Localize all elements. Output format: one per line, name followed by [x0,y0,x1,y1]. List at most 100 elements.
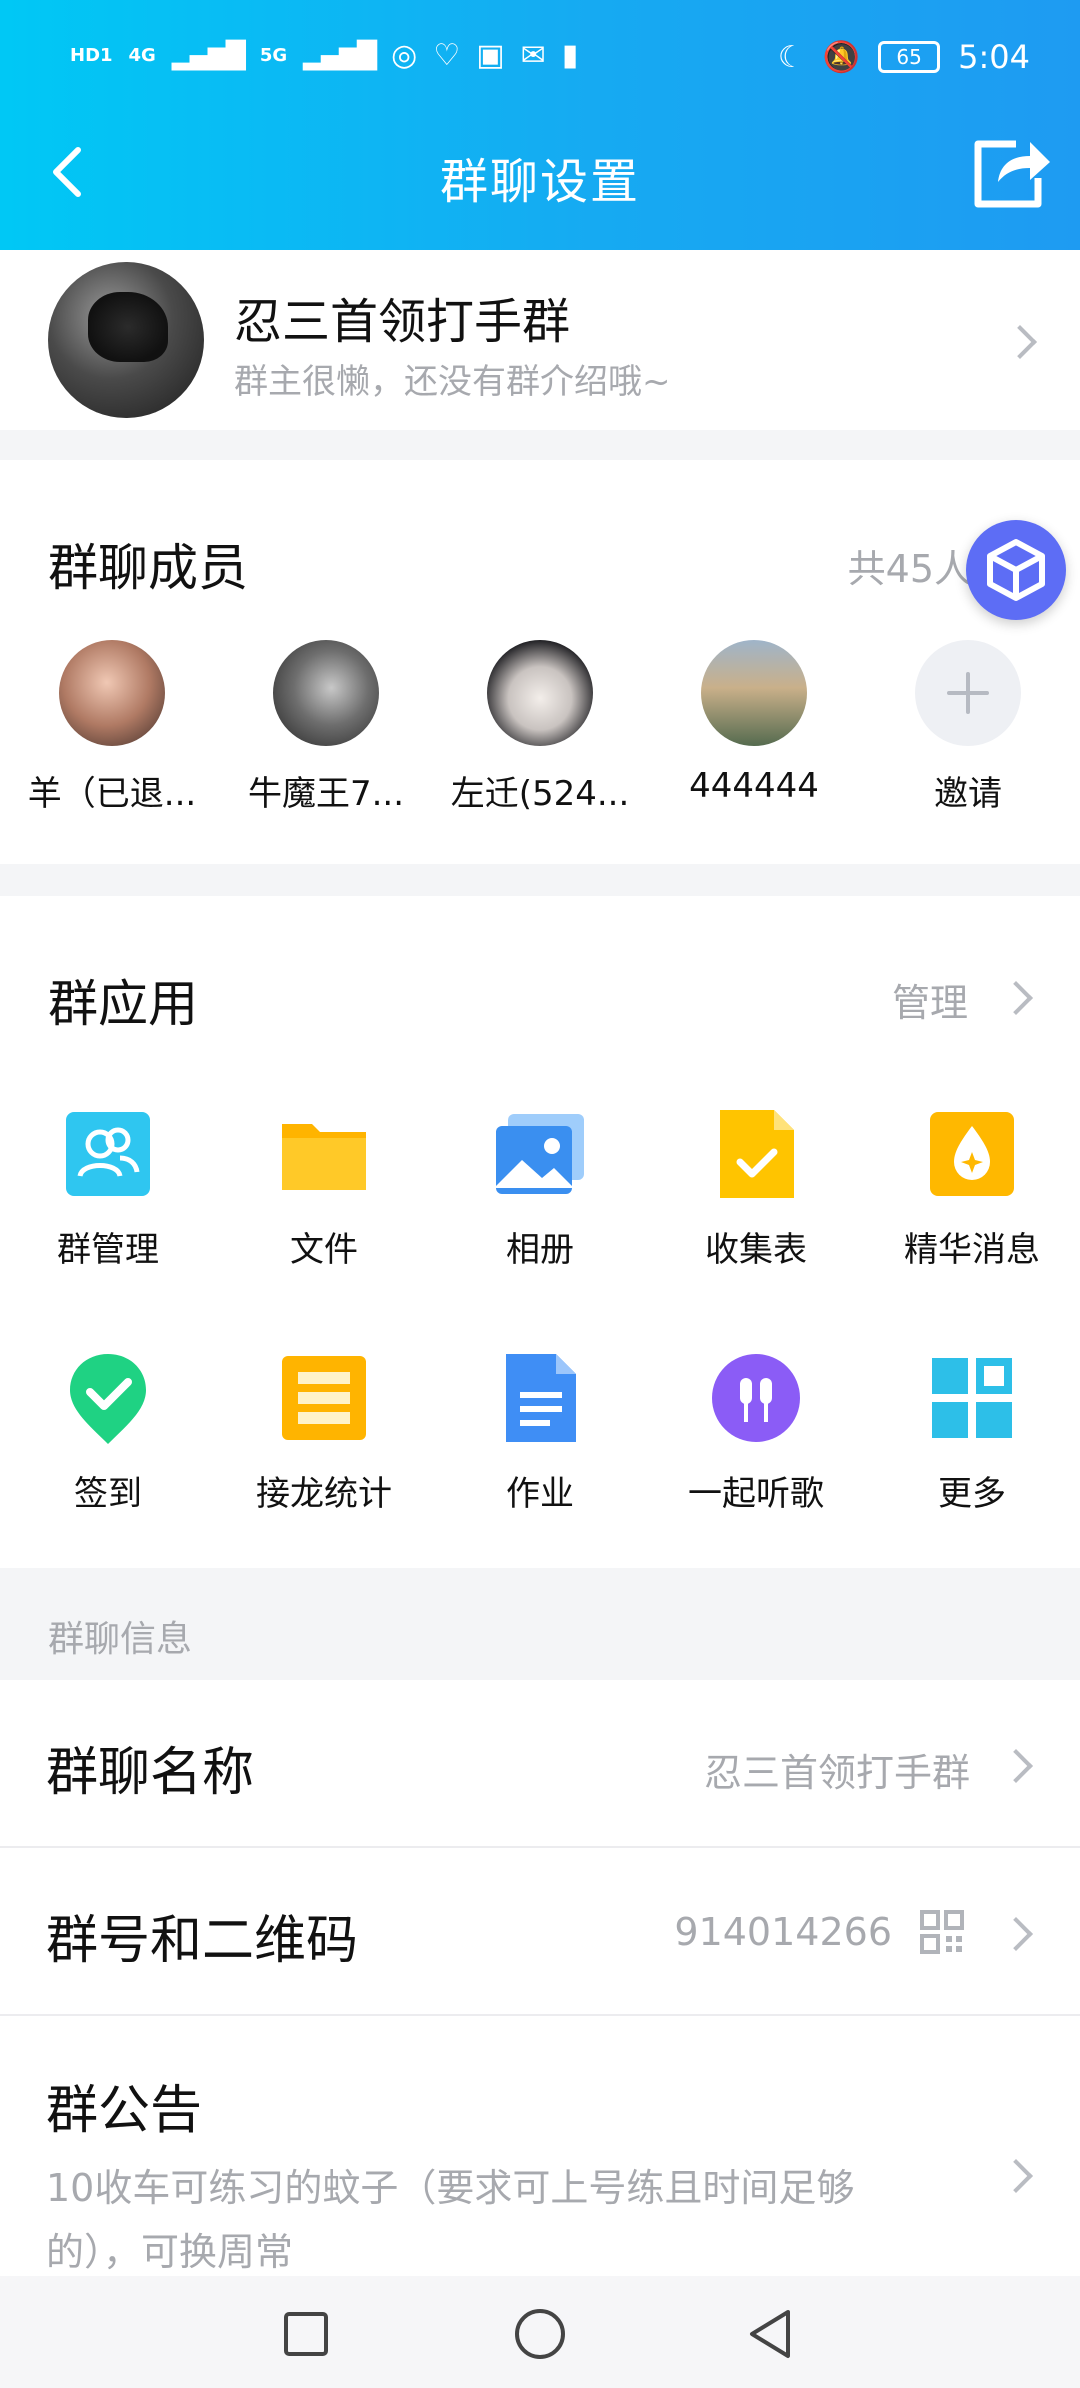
group-name: 忍三首领打手群 [234,294,571,350]
chevron-right-icon [999,1749,1033,1783]
chevron-right-icon [999,1917,1033,1951]
group-avatar[interactable] [48,262,204,418]
album-icon [492,1106,588,1202]
qr-code-icon [920,1910,964,1954]
cube-icon [987,539,1045,601]
member-item[interactable]: 牛魔王7... [218,640,434,815]
checkin-icon [60,1350,156,1446]
member-avatar [701,640,807,746]
group-name-title: 群聊名称 [46,1743,255,1803]
app-form[interactable]: 收集表 [648,1106,864,1271]
signal-icon: ▂▄▆█ [171,40,246,71]
member-name: 444444 [689,766,819,806]
manage-apps-link[interactable]: 管理 [892,972,968,1027]
app-label: 群管理 [57,1230,159,1270]
info-section-header: 群聊信息 [0,1568,1080,1680]
group-number-title: 群号和二维码 [46,1911,359,1971]
group-name-row[interactable]: 群聊名称 忍三首领打手群 [0,1680,1080,1846]
moon-icon: ☾ [777,39,805,75]
app-album[interactable]: 相册 [432,1106,648,1271]
members-card: 群聊成员 共45人 羊（已退... 牛魔王7... 左迁(524... 4444… [0,460,1080,864]
app-label: 作业 [506,1474,574,1514]
app-label: 签到 [74,1474,142,1514]
relay-icon [276,1350,372,1446]
app-relay[interactable]: 接龙统计 [216,1350,432,1515]
member-avatar [273,640,379,746]
member-name: 左迁(524... [450,774,630,814]
clock: 5:04 [958,38,1030,76]
apps-title: 群应用 [48,975,198,1033]
essence-icon [924,1106,1020,1202]
group-number-value: 914014266 [674,1910,892,1954]
system-navigation-bar [0,2276,1080,2388]
member-item[interactable]: 羊（已退... [4,640,220,815]
app-label: 一起听歌 [688,1474,824,1514]
app-listen-together[interactable]: 一起听歌 [648,1350,864,1515]
health-icon: ♡ [433,38,461,73]
member-count[interactable]: 共45人 [848,538,972,593]
member-name: 牛魔王7... [247,774,405,814]
group-number-row[interactable]: 群号和二维码 914014266 [0,1848,1080,2014]
group-notice-row[interactable]: 群公告 10收车可练习的蚊子（要求可上号练且时间足够的），可换周常 [0,2016,1080,2276]
status-left: HD1 4G ▂▄▆█ 5G ▂▄▆█ ◎ ♡ ▣ ✉ ▮ [70,38,578,73]
group-profile-card[interactable]: 忍三首领打手群 群主很懒，还没有群介绍哦~ [0,250,1080,430]
info-section-label: 群聊信息 [48,1619,193,1660]
mute-bell-icon: 🔕 [822,39,861,75]
form-icon [708,1106,804,1202]
member-item[interactable]: 444444 [646,640,862,806]
app-file[interactable]: 文件 [216,1106,432,1271]
group-notice-title: 群公告 [46,2081,203,2141]
headphones-icon [708,1350,804,1446]
title-bar: 群聊设置 [0,120,1080,230]
signal-icon-2: ▂▄▆█ [303,40,377,71]
share-button[interactable] [972,134,1052,210]
app-homework[interactable]: 作业 [432,1350,648,1515]
invite-label: 邀请 [934,774,1002,814]
app-label: 收集表 [705,1230,807,1270]
app-checkin[interactable]: 签到 [0,1350,216,1515]
top-header: HD1 4G ▂▄▆█ 5G ▂▄▆█ ◎ ♡ ▣ ✉ ▮ ☾ 🔕 65 5:0… [0,0,1080,250]
invite-member-button[interactable]: 邀请 [860,640,1076,815]
status-bar: HD1 4G ▂▄▆█ 5G ▂▄▆█ ◎ ♡ ▣ ✉ ▮ ☾ 🔕 65 5:0… [0,30,1080,100]
app-label: 更多 [938,1474,1006,1514]
app-more[interactable]: 更多 [864,1350,1080,1515]
app-label: 接龙统计 [256,1474,392,1514]
members-row: 羊（已退... 牛魔王7... 左迁(524... 444444 邀请 [0,640,1080,840]
app-label: 相册 [506,1230,574,1270]
alert-icon: ▮ [561,38,579,73]
folder-icon [276,1106,372,1202]
group-apps-card: 群应用 管理 群管理 文件 相册 收集表 精华消息 签到 接龙统计 作业 一起听… [0,896,1080,1568]
hd-indicator-1: HD1 [70,44,113,66]
more-grid-icon [924,1350,1020,1446]
hotspot-icon: ◎ [391,38,418,73]
homework-icon [492,1350,588,1446]
members-title[interactable]: 群聊成员 [48,528,248,600]
battery-indicator: 65 [878,41,941,73]
app-notify-icon: ▣ [476,38,505,73]
chevron-right-icon [1003,325,1037,359]
app-label: 精华消息 [904,1230,1040,1270]
back-nav-icon[interactable] [744,2306,794,2362]
wechat-icon: ✉ [520,38,546,73]
network-5g-indicator: 5G [259,44,288,66]
app-essence[interactable]: 精华消息 [864,1106,1080,1271]
member-avatar [59,640,165,746]
page-title: 群聊设置 [439,154,640,210]
home-icon[interactable] [512,2306,568,2362]
member-avatar [487,640,593,746]
app-label: 文件 [290,1230,358,1270]
network-4g-indicator: 4G [128,44,156,66]
app-group-manage[interactable]: 群管理 [0,1106,216,1271]
status-right: ☾ 🔕 65 5:04 [778,38,1030,76]
group-notice-text: 10收车可练习的蚊子（要求可上号练且时间足够的），可换周常 [46,2166,855,2274]
chevron-right-icon [999,2159,1033,2193]
member-name: 羊（已退... [27,774,197,814]
member-item[interactable]: 左迁(524... [432,640,648,815]
share-icon [974,140,1050,208]
group-name-value: 忍三首领打手群 [703,1751,970,1795]
recent-apps-icon[interactable] [282,2310,330,2358]
floating-cube-button[interactable] [966,520,1066,620]
group-intro: 群主很懒，还没有群介绍哦~ [234,362,671,402]
chevron-right-icon [999,981,1033,1015]
plus-icon [915,640,1021,746]
